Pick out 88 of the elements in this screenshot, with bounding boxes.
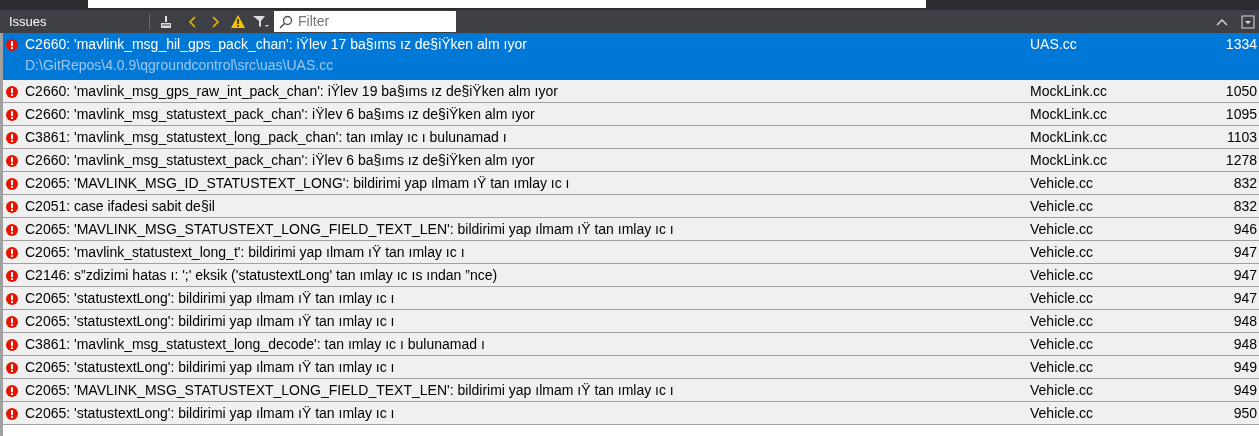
issue-line: 832 bbox=[1232, 198, 1257, 216]
error-icon bbox=[6, 132, 18, 144]
issue-row[interactable]: C3861: 'mavlink_msg_statustext_long_pack_chan': tan ımlay ıc ı bulunamad ı MockLink.cc 1103 bbox=[3, 126, 1259, 149]
issue-row[interactable]: C2146: s”zdizimi hatas ı: ';' eksik ('statustextLong' tan ımlay ıc ıs ından ”nce) Vehicle.cc 947 bbox=[3, 264, 1259, 287]
issue-file: Vehicle.cc bbox=[1030, 290, 1095, 308]
error-icon bbox=[6, 247, 18, 259]
issue-file: Vehicle.cc bbox=[1030, 221, 1095, 239]
error-icon bbox=[6, 362, 18, 374]
issue-message: C2660: 'mavlink_msg_hil_gps_pack_chan': iŸlev 17 ba§ıms ız de§iŸken alm ıyor bbox=[25, 36, 528, 53]
issue-file: Vehicle.cc bbox=[1030, 382, 1095, 400]
issue-line: 948 bbox=[1232, 336, 1257, 354]
panel-title: Issues bbox=[9, 12, 48, 31]
issue-row[interactable]: C2660: 'mavlink_msg_statustext_pack_chan': iŸlev 6 ba§ıms ız de§iŸken alm ıyor MockLink.cc 1095 bbox=[3, 103, 1259, 126]
clear-icon[interactable] bbox=[158, 13, 174, 30]
dropdown-icon[interactable] bbox=[1241, 14, 1255, 29]
issue-row[interactable]: C2660: 'mavlink_msg_gps_raw_int_pack_chan': iŸlev 19 ba§ıms ız de§iŸken alm ıyor MockLink.cc 1050 bbox=[3, 80, 1259, 103]
error-icon bbox=[6, 270, 18, 282]
issue-file: MockLink.cc bbox=[1030, 106, 1109, 124]
issue-line: 947 bbox=[1232, 267, 1257, 285]
issue-file: Vehicle.cc bbox=[1030, 244, 1095, 262]
issue-file: Vehicle.cc bbox=[1030, 267, 1095, 285]
filter-icon[interactable] bbox=[252, 13, 270, 30]
issue-line: 1278 bbox=[1224, 152, 1257, 170]
error-icon bbox=[6, 86, 18, 98]
error-icon bbox=[6, 316, 18, 328]
issue-message: C2065: 'mavlink_statustext_long_t': bildirimi yap ılmam ıŸ tan ımlay ıc ı bbox=[25, 244, 466, 261]
issue-file: Vehicle.cc bbox=[1030, 313, 1095, 331]
issue-message: C3861: 'mavlink_msg_statustext_long_pack_chan': tan ımlay ıc ı bulunamad ı bbox=[25, 129, 508, 146]
issue-row[interactable]: C2660: 'mavlink_msg_hil_gps_pack_chan': iŸlev 17 ba§ıms ız de§iŸken alm ıyor D:\GitRepos\4.0.9\qgroundcontrol\src\uas\UAS.cc UAS.cc 1334 bbox=[3, 33, 1259, 80]
issue-line: 832 bbox=[1232, 175, 1257, 193]
issue-message: C2146: s”zdizimi hatas ı: ';' eksik ('statustextLong' tan ımlay ıc ıs ından ”nce) bbox=[25, 267, 499, 284]
issue-message: C3861: 'mavlink_msg_statustext_long_decode': tan ımlay ıc ı bulunamad ı bbox=[25, 336, 486, 353]
error-icon bbox=[6, 339, 18, 351]
issue-row[interactable]: C2065: 'statustextLong': bildirimi yap ılmam ıŸ tan ımlay ıc ı Vehicle.cc 949 bbox=[3, 356, 1259, 379]
issue-row[interactable]: C2051: case ifadesi sabit de§il Vehicle.cc 832 bbox=[3, 195, 1259, 218]
issue-message: C2065: 'MAVLINK_MSG_ID_STATUSTEXT_LONG': bildirimi yap ılmam ıŸ tan ımlay ıc ı bbox=[25, 175, 571, 192]
error-icon bbox=[6, 201, 18, 213]
issue-file: Vehicle.cc bbox=[1030, 405, 1095, 423]
issue-row[interactable]: C2065: 'statustextLong': bildirimi yap ılmam ıŸ tan ımlay ıc ı Vehicle.cc 948 bbox=[3, 310, 1259, 333]
issue-message: C2065: 'MAVLINK_MSG_STATUSTEXT_LONG_FIELD_TEXT_LEN': bildirimi yap ılmam ıŸ tan ımlay ıc ı bbox=[25, 221, 675, 238]
issue-line: 947 bbox=[1232, 244, 1257, 262]
issue-line: 950 bbox=[1232, 405, 1257, 423]
issue-file: MockLink.cc bbox=[1030, 83, 1109, 101]
issue-message: C2660: 'mavlink_msg_statustext_pack_chan': iŸlev 6 ba§ıms ız de§iŸken alm ıyor bbox=[25, 152, 536, 169]
issue-file: Vehicle.cc bbox=[1030, 359, 1095, 377]
issue-row[interactable]: C2065: 'MAVLINK_MSG_ID_STATUSTEXT_LONG': bildirimi yap ılmam ıŸ tan ımlay ıc ı Vehicle.cc 832 bbox=[3, 172, 1259, 195]
issue-file: MockLink.cc bbox=[1030, 129, 1109, 147]
error-icon bbox=[6, 385, 18, 397]
issue-message: C2065: 'MAVLINK_MSG_STATUSTEXT_LONG_FIELD_TEXT_LEN': bildirimi yap ılmam ıŸ tan ımlay ıc ı bbox=[25, 382, 675, 399]
issue-line: 1334 bbox=[1224, 36, 1257, 54]
issue-row[interactable]: C2660: 'mavlink_msg_statustext_pack_chan': iŸlev 6 ba§ıms ız de§iŸken alm ıyor MockLink.cc 1278 bbox=[3, 149, 1259, 172]
issue-message: C2065: 'statustextLong': bildirimi yap ılmam ıŸ tan ımlay ıc ı bbox=[25, 405, 396, 422]
issue-line: 1103 bbox=[1225, 129, 1257, 147]
issue-message: C2065: 'statustextLong': bildirimi yap ılmam ıŸ tan ımlay ıc ı bbox=[25, 290, 396, 307]
issue-line: 947 bbox=[1232, 290, 1257, 308]
error-icon bbox=[6, 224, 18, 236]
filter-field[interactable]: Filter bbox=[274, 11, 456, 32]
issue-row[interactable]: C2065: 'statustextLong': bildirimi yap ılmam ıŸ tan ımlay ıc ı Vehicle.cc 947 bbox=[3, 287, 1259, 310]
issue-row[interactable]: C2065: 'mavlink_statustext_long_t': bildirimi yap ılmam ıŸ tan ımlay ıc ı Vehicle.cc 947 bbox=[3, 241, 1259, 264]
issue-file: Vehicle.cc bbox=[1030, 175, 1095, 193]
issue-file: Vehicle.cc bbox=[1030, 336, 1095, 354]
issue-row[interactable]: C2065: 'statustextLong': bildirimi yap ılmam ıŸ tan ımlay ıc ı Vehicle.cc 950 bbox=[3, 402, 1259, 425]
issue-line: 1095 bbox=[1224, 106, 1257, 124]
issue-message: C2660: 'mavlink_msg_gps_raw_int_pack_chan': iŸlev 19 ba§ıms ız de§iŸken alm ıyor bbox=[25, 83, 559, 100]
warning-icon[interactable] bbox=[230, 13, 246, 30]
issue-line: 949 bbox=[1232, 359, 1257, 377]
issue-line: 1050 bbox=[1224, 83, 1257, 101]
error-icon bbox=[6, 408, 18, 420]
issue-row[interactable]: C2065: 'MAVLINK_MSG_STATUSTEXT_LONG_FIELD_TEXT_LEN': bildirimi yap ılmam ıŸ tan ımlay ıc ı Vehicle.cc 946 bbox=[3, 218, 1259, 241]
error-icon bbox=[6, 109, 18, 121]
issue-row[interactable]: C3861: 'mavlink_msg_statustext_long_decode': tan ımlay ıc ı bulunamad ı Vehicle.cc 948 bbox=[3, 333, 1259, 356]
issue-message: C2065: 'statustextLong': bildirimi yap ılmam ıŸ tan ımlay ıc ı bbox=[25, 313, 396, 330]
error-icon bbox=[6, 155, 18, 167]
issue-message: C2065: 'statustextLong': bildirimi yap ılmam ıŸ tan ımlay ıc ı bbox=[25, 359, 396, 376]
issue-line: 948 bbox=[1232, 313, 1257, 331]
issue-file: UAS.cc bbox=[1030, 36, 1078, 54]
issue-file: MockLink.cc bbox=[1030, 152, 1109, 170]
issue-file: Vehicle.cc bbox=[1030, 198, 1095, 216]
issue-row[interactable]: C2065: 'MAVLINK_MSG_STATUSTEXT_LONG_FIELD_TEXT_LEN': bildirimi yap ılmam ıŸ tan ımlay ıc ı Vehicle.cc 949 bbox=[3, 379, 1259, 402]
issue-line: 949 bbox=[1232, 382, 1257, 400]
replace-field[interactable] bbox=[88, 0, 926, 8]
error-icon bbox=[6, 39, 18, 51]
issue-message: C2660: 'mavlink_msg_statustext_pack_chan': iŸlev 6 ba§ıms ız de§iŸken alm ıyor bbox=[25, 106, 536, 123]
issue-line: 946 bbox=[1232, 221, 1257, 239]
issue-path: D:\GitRepos\4.0.9\qgroundcontrol\src\uas\UAS.cc bbox=[25, 57, 335, 74]
error-icon bbox=[6, 293, 18, 305]
error-icon bbox=[6, 178, 18, 190]
issue-message: C2051: case ifadesi sabit de§il bbox=[25, 198, 216, 215]
